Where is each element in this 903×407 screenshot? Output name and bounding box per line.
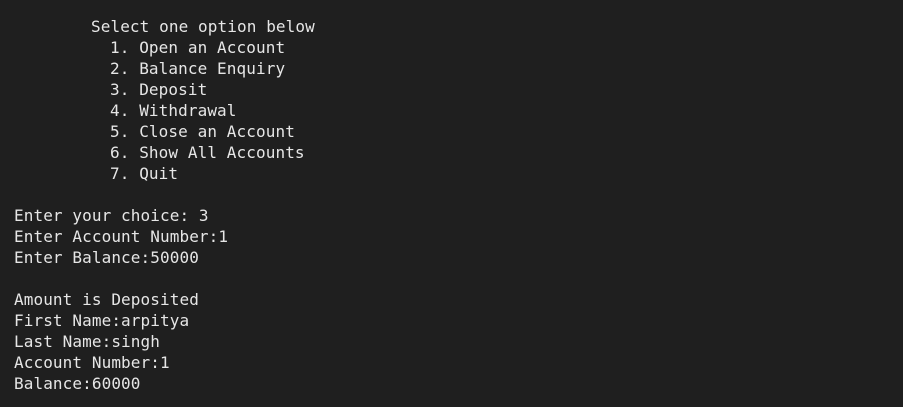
balance-line: Balance:60000 [14,374,141,393]
first-name-line: First Name:arpitya [14,311,190,330]
terminal-window: Select one option below 1. Open an Accou… [0,0,903,407]
menu-item-open-account: 1. Open an Account [110,38,286,57]
menu-item-quit: 7. Quit [110,164,179,183]
menu-item-balance-enquiry: 2. Balance Enquiry [110,59,286,78]
balance-prompt: Enter Balance:50000 [14,248,199,267]
account-number-line: Account Number:1 [14,353,170,372]
last-name-line: Last Name:singh [14,332,160,351]
menu-item-deposit: 3. Deposit [110,80,208,99]
menu-item-show-all-accounts: 6. Show All Accounts [110,143,305,162]
choice-line: Enter your choice: 3 [14,206,209,225]
account-number-prompt: Enter Account Number:1 [14,227,229,246]
menu-item-withdrawal: 4. Withdrawal [110,101,237,120]
menu-item-close-account: 5. Close an Account [110,122,295,141]
console-output: Select one option below 1. Open an Accou… [14,16,315,394]
deposit-status: Amount is Deposited [14,290,199,309]
menu-heading: Select one option below [91,17,315,36]
